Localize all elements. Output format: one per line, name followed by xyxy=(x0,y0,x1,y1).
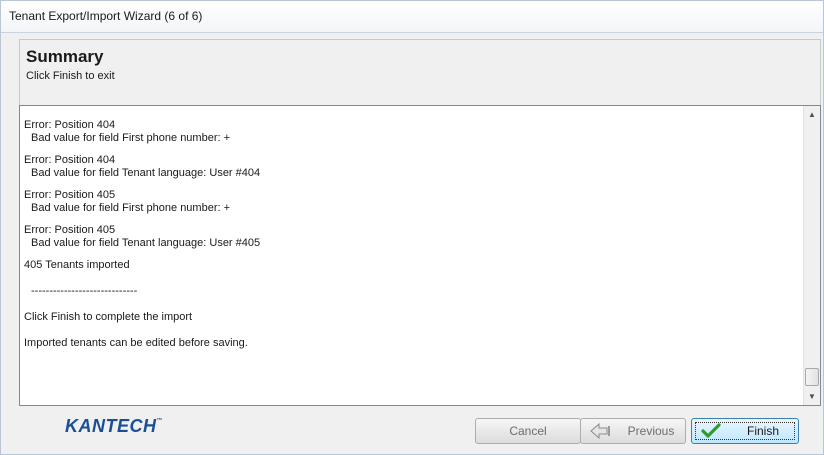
scroll-up-arrow-icon[interactable]: ▲ xyxy=(804,106,820,123)
logo-text: KANTECH xyxy=(65,416,157,436)
cancel-button-label: Cancel xyxy=(509,424,547,438)
log-entry: Error: Position 405 Bad value for field … xyxy=(24,224,804,250)
wizard-header: Summary Click Finish to exit xyxy=(19,39,821,105)
separator-line: ----------------------------- xyxy=(31,285,138,297)
checkmark-icon xyxy=(701,423,721,438)
previous-button-label: Previous xyxy=(627,424,675,438)
previous-button[interactable]: Previous xyxy=(580,418,686,444)
kantech-logo: KANTECH™ xyxy=(65,416,163,437)
window-title: Tenant Export/Import Wizard (6 of 6) xyxy=(9,9,203,23)
page-title: Summary xyxy=(26,47,104,66)
finish-hint-text: Click Finish to complete the import xyxy=(24,311,193,323)
wizard-footer: KANTECH™ Cancel Previous Finish xyxy=(19,407,821,453)
log-entry-detail: Bad value for field First phone number: … xyxy=(31,202,231,214)
page-subtitle: Click Finish to exit xyxy=(26,70,115,82)
scroll-down-arrow-icon[interactable]: ▼ xyxy=(804,388,820,405)
log-entry: Error: Position 404 Bad value for field … xyxy=(24,119,804,145)
summary-log-panel[interactable]: Error: Position 404 Bad value for field … xyxy=(19,105,821,406)
back-arrow-icon xyxy=(590,423,610,439)
trademark-mark: ™ xyxy=(156,418,163,424)
edit-hint-text: Imported tenants can be edited before sa… xyxy=(24,337,248,349)
summary-log: Error: Position 404 Bad value for field … xyxy=(24,119,804,363)
wizard-window: Tenant Export/Import Wizard (6 of 6) Sum… xyxy=(0,0,824,455)
title-bar: Tenant Export/Import Wizard (6 of 6) xyxy=(1,1,823,33)
finish-button[interactable]: Finish xyxy=(691,418,799,444)
vertical-scrollbar[interactable]: ▲ ▼ xyxy=(803,106,820,405)
log-entry-detail: Bad value for field First phone number: … xyxy=(31,132,231,144)
log-entry-head: Error: Position 404 xyxy=(24,154,116,166)
log-entry-detail: Bad value for field Tenant language: Use… xyxy=(31,167,261,179)
finish-button-label: Finish xyxy=(746,424,779,438)
cancel-button[interactable]: Cancel xyxy=(475,418,581,444)
log-entry-head: Error: Position 404 xyxy=(24,119,116,131)
log-entry-head: Error: Position 405 xyxy=(24,189,116,201)
log-entry-head: Error: Position 405 xyxy=(24,224,116,236)
log-entry-detail: Bad value for field Tenant language: Use… xyxy=(31,237,261,249)
log-entry: Error: Position 404 Bad value for field … xyxy=(24,154,804,180)
imported-count-text: 405 Tenants imported xyxy=(24,259,130,271)
log-entry: Error: Position 405 Bad value for field … xyxy=(24,189,804,215)
scrollbar-thumb[interactable] xyxy=(805,368,819,386)
